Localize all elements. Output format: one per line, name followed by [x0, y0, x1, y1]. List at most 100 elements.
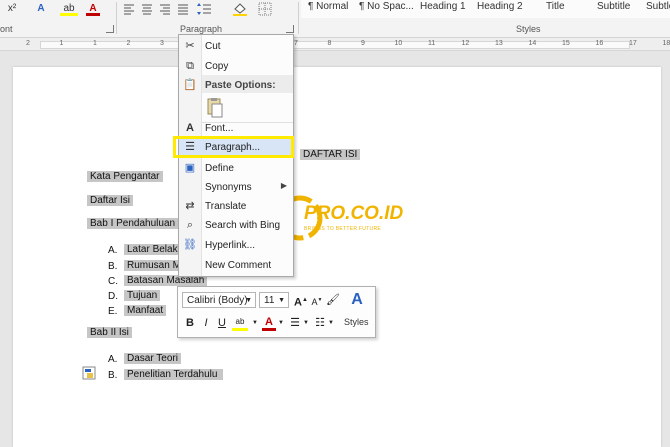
ruler-number: 14	[529, 38, 537, 49]
paste-options-tag-icon[interactable]	[82, 366, 96, 380]
ruler-number: 12	[462, 38, 470, 49]
ruler-number: 2	[127, 38, 131, 49]
font-size-dropdown[interactable]: 11 ▼	[259, 292, 289, 308]
list-marker: C.	[108, 276, 118, 287]
list-marker: B.	[108, 261, 117, 272]
menu-item-label: Define	[205, 162, 234, 175]
style-subtitle[interactable]: Subtitle	[597, 0, 630, 16]
horizontal-ruler[interactable]: 21123456789101112131415161718	[0, 38, 670, 51]
list-marker: E.	[108, 306, 117, 317]
logo-tagline: BRINGS TO BETTER FUTURE	[304, 226, 381, 232]
chevron-down-icon[interactable]: ▼	[278, 315, 284, 331]
ruler-number: 17	[629, 38, 637, 49]
menu-item-hyperlink[interactable]: ⛓ Hyperlink...	[179, 236, 293, 255]
menu-item-synonyms[interactable]: Synonyms ▶	[179, 178, 293, 197]
toc-text: Tujuan	[124, 290, 160, 301]
bullets-icon[interactable]: ☰	[288, 315, 302, 331]
highlight-color-button[interactable]: ab	[232, 316, 248, 331]
font-group-label: ont	[0, 24, 13, 34]
define-book-icon: ▣	[183, 161, 197, 175]
menu-item-label: Synonyms	[205, 181, 252, 194]
font-size-value: 11	[264, 295, 274, 306]
menu-item-cut[interactable]: ✂ Cut	[179, 37, 293, 56]
chevron-down-icon: ▼	[278, 293, 285, 309]
style-title[interactable]: Title	[546, 0, 565, 16]
search-icon: ⌕	[183, 218, 197, 232]
watermark-logo: PRO.CO.ID BRINGS TO BETTER FUTURE	[276, 194, 406, 244]
style-heading-1[interactable]: Heading 1	[420, 0, 466, 16]
ruler-number: 8	[328, 38, 332, 49]
chevron-down-icon: ▼	[245, 293, 252, 309]
style-subtle[interactable]: Subtle	[646, 0, 670, 16]
bold-button[interactable]: B	[184, 315, 196, 331]
toc-line: Manfaat	[124, 302, 166, 319]
style-normal[interactable]: ¶ Normal	[308, 0, 348, 16]
ribbon: x² A ab A ont Paragraph ¶ Normal ¶ No Sp…	[0, 0, 670, 38]
font-dialog-launcher-icon[interactable]	[106, 25, 114, 33]
hyperlink-icon: ⛓	[183, 238, 197, 252]
chevron-down-icon[interactable]: ▼	[328, 315, 334, 331]
ruler-number: 2	[26, 38, 30, 49]
menu-item-new-comment[interactable]: New Comment	[179, 256, 293, 275]
submenu-arrow-icon: ▶	[281, 181, 287, 190]
document-page[interactable]: DAFTAR ISI Kata Pengantar Daftar Isi Bab…	[13, 67, 661, 447]
document-title-text: DAFTAR ISI	[300, 149, 360, 160]
styles-gallery-icon[interactable]: A	[344, 292, 370, 308]
style-no-spacing[interactable]: ¶ No Spac...	[359, 0, 414, 16]
style-heading-2[interactable]: Heading 2	[477, 0, 523, 16]
list-marker: B.	[108, 370, 117, 381]
list-marker: D.	[108, 291, 118, 302]
toc-text: Bab II Isi	[87, 327, 132, 338]
logo-brand: PRO.CO.ID	[304, 203, 403, 225]
underline-button[interactable]: U	[216, 315, 228, 331]
toc-line: Latar Belak	[124, 241, 181, 258]
ruler-number: 7	[294, 38, 298, 49]
paragraph-dialog-launcher-icon[interactable]	[286, 25, 294, 33]
alignment-icons[interactable]	[122, 3, 192, 15]
font-color-button[interactable]: A	[262, 316, 276, 331]
grow-font-icon[interactable]: A▲	[294, 292, 308, 308]
translate-icon: ⇄	[183, 199, 197, 213]
styles-gallery: ¶ Normal ¶ No Spac... Heading 1 Heading …	[301, 0, 670, 18]
menu-item-copy[interactable]: ⧉ Copy	[179, 57, 293, 76]
paste-keep-text-only-icon[interactable]	[205, 97, 225, 119]
menu-item-paste-options: 📋 Paste Options:	[179, 76, 293, 95]
toc-text: Kata Pengantar	[87, 171, 163, 182]
ribbon-divider	[116, 2, 117, 34]
toc-text: Rumusan M	[124, 260, 184, 271]
format-painter-icon[interactable]: 🖌	[326, 292, 340, 308]
font-name-value: Calibri (Body)	[187, 295, 248, 306]
text-effects-button[interactable]: A	[34, 2, 48, 16]
font-name-dropdown[interactable]: Calibri (Body) ▼	[182, 292, 256, 308]
ruler-number: 13	[495, 38, 503, 49]
styles-label: Styles	[344, 317, 369, 327]
shading-icon[interactable]	[232, 2, 248, 16]
toc-line: Daftar Isi	[87, 192, 133, 209]
borders-icon[interactable]	[258, 2, 274, 16]
highlight-color-button[interactable]: ab	[60, 2, 78, 16]
highlight-annotation-box	[173, 136, 294, 158]
document-title: DAFTAR ISI	[300, 146, 360, 163]
toc-text: Dasar Teori	[124, 353, 181, 364]
toc-text: Latar Belak	[124, 244, 181, 255]
superscript-button[interactable]: x²	[2, 2, 22, 16]
menu-item-define[interactable]: ▣ Define	[179, 159, 293, 178]
font-color-button[interactable]: A	[86, 2, 100, 16]
menu-item-translate[interactable]: ⇄ Translate	[179, 197, 293, 216]
menu-item-search-bing[interactable]: ⌕ Search with Bing	[179, 216, 293, 235]
toc-text: Penelitian Terdahulu	[124, 369, 223, 380]
styles-group-label: Styles	[516, 24, 541, 34]
ribbon-divider	[298, 2, 299, 34]
ruler-number: 15	[562, 38, 570, 49]
scissors-icon: ✂	[183, 39, 197, 53]
ruler-number: 3	[160, 38, 164, 49]
chevron-down-icon[interactable]: ▼	[252, 315, 258, 331]
chevron-down-icon[interactable]: ▼	[303, 315, 309, 331]
numbering-icon[interactable]: ☷	[313, 315, 327, 331]
line-spacing-icon[interactable]	[196, 2, 212, 16]
shrink-font-icon[interactable]: A▼	[311, 292, 323, 308]
italic-button[interactable]: I	[200, 315, 212, 331]
clipboard-icon: 📋	[183, 78, 197, 92]
ruler-number: 16	[596, 38, 604, 49]
menu-item-label: Search with Bing	[205, 219, 280, 232]
